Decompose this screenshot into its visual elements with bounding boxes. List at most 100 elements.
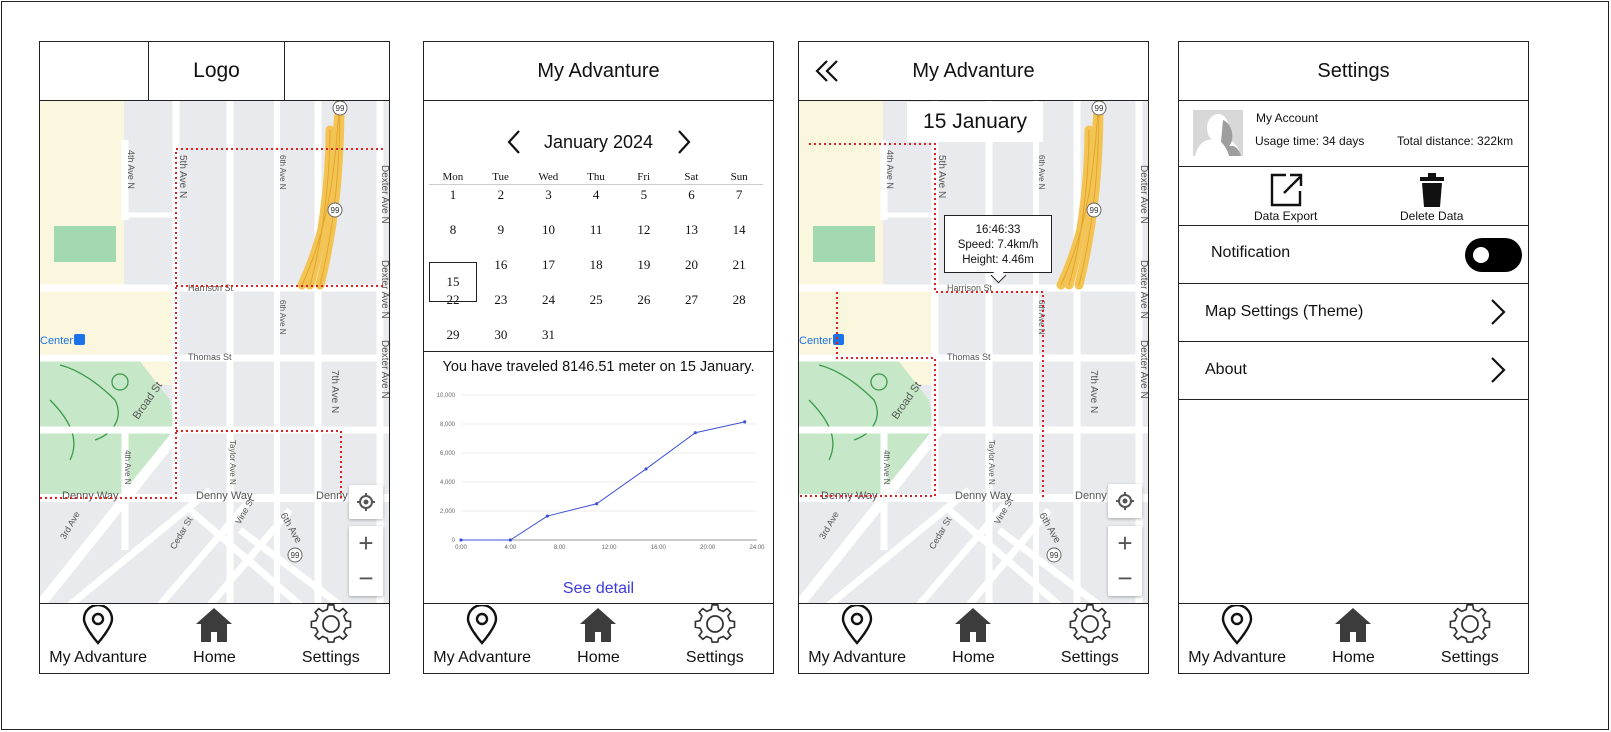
map-view[interactable]: 99 99 99 Harrison St Thomas St Denny Way Denny… (799, 100, 1148, 605)
tooltip-height: Height: 4.46m (962, 254, 1034, 266)
nav-settings[interactable]: Settings (276, 603, 386, 673)
data-export-button[interactable]: Data Export (1254, 171, 1317, 223)
my-location-button[interactable] (349, 485, 383, 519)
data-point (743, 420, 747, 424)
nav-home[interactable]: Home (543, 605, 653, 673)
data-export-label: Data Export (1254, 209, 1318, 223)
nav-my-advanture[interactable]: My Advanture (1182, 605, 1292, 673)
calendar-day[interactable]: 2 (477, 185, 525, 220)
nav-my-advanture[interactable]: My Advanture (43, 605, 153, 673)
notification-row: Notification (1179, 226, 1528, 284)
next-month-button[interactable] (674, 128, 694, 156)
zoom-out-button[interactable]: − (1108, 561, 1142, 596)
calendar-day[interactable]: 8 (429, 220, 477, 255)
calendar-day[interactable]: 28 (715, 290, 763, 325)
map-pin-icon (82, 605, 114, 645)
calendar-day[interactable]: 12 (620, 220, 668, 255)
calendar-day[interactable]: 21 (715, 255, 763, 290)
map-pin-icon (1221, 605, 1253, 645)
nav-label: My Advanture (808, 649, 907, 666)
nav-home[interactable]: Home (918, 605, 1028, 673)
calendar-day[interactable]: 16 (477, 255, 525, 290)
calendar-day[interactable]: 18 (572, 255, 620, 290)
zoom-in-button[interactable]: + (1108, 526, 1142, 561)
calendar-day[interactable]: 11 (572, 220, 620, 255)
nav-my-advanture[interactable]: My Advanture (802, 605, 912, 673)
map-pin-icon (841, 605, 873, 645)
map-view[interactable]: 99 99 99 Harrison St Thomas St Denny Way Denny… (40, 100, 389, 605)
calendar-day[interactable]: 26 (620, 290, 668, 325)
bottom-nav: My Advanture Home Settings (424, 603, 773, 673)
trash-icon (1419, 173, 1444, 207)
weekday-label: Fri (637, 171, 651, 183)
header: My Advanture (799, 42, 1148, 101)
zoom-controls: + − (1108, 526, 1142, 596)
nav-label: Settings (685, 649, 744, 666)
account-row[interactable]: My Account Usage time: 34 days Total dis… (1179, 101, 1528, 167)
logo: Logo (148, 42, 285, 100)
days-grid: 1 2 3 4 5 6 7 8 9 10 11 12 13 14 15 16 17 18 19 20 21 22 23 24 2… (429, 185, 763, 360)
map-settings-row[interactable]: Map Settings (Theme) (1179, 284, 1528, 342)
calendar-day[interactable]: 27 (668, 290, 716, 325)
nav-label: My Advanture (433, 649, 532, 666)
zoom-in-button[interactable]: + (349, 526, 383, 561)
home-icon (955, 608, 992, 642)
nav-settings[interactable]: Settings (1035, 603, 1145, 673)
nav-label: Home (1332, 649, 1375, 666)
calendar-day[interactable]: 10 (525, 220, 573, 255)
data-point (595, 502, 599, 506)
calendar-day[interactable]: 3 (525, 185, 573, 220)
calendar-day[interactable]: 14 (715, 220, 763, 255)
x-tick-label: 4:00 (504, 545, 516, 551)
gear-icon (310, 604, 352, 643)
calendar-day[interactable]: 9 (477, 220, 525, 255)
calendar-day[interactable]: 20 (668, 255, 716, 290)
nav-my-advanture[interactable]: My Advanture (427, 605, 537, 673)
nav-home[interactable]: Home (159, 605, 269, 673)
calendar-day[interactable]: 1 (429, 185, 477, 220)
calendar-day[interactable]: 19 (620, 255, 668, 290)
calendar-day[interactable]: 25 (572, 290, 620, 325)
nav-settings[interactable]: Settings (660, 603, 770, 673)
nav-label: Home (952, 649, 995, 666)
screen-settings: Settings My Account Usage time: 34 days … (1178, 41, 1529, 674)
calendar-day[interactable]: 4 (572, 185, 620, 220)
my-location-button[interactable] (1108, 484, 1142, 518)
daily-stats: You have traveled 8146.51 meter on 15 Ja… (424, 351, 773, 604)
calendar-day[interactable]: 23 (477, 290, 525, 325)
nav-home[interactable]: Home (1298, 605, 1408, 673)
route-overlay (799, 143, 1044, 498)
y-tick-label: 10,000 (437, 393, 456, 399)
calendar-day[interactable]: 13 (668, 220, 716, 255)
nav-label: Settings (1440, 649, 1499, 666)
zoom-controls: + − (349, 526, 383, 596)
delete-data-button[interactable]: Delete Data (1400, 171, 1463, 223)
nav-label: Home (193, 649, 236, 666)
calendar-day[interactable]: 24 (525, 290, 573, 325)
bottom-nav: My Advanture Home Settings (1179, 603, 1528, 673)
nav-settings[interactable]: Settings (1415, 603, 1525, 673)
calendar-header: January 2024 (424, 128, 773, 156)
see-detail-link[interactable]: See detail (424, 580, 773, 598)
nav-label: My Advanture (49, 649, 148, 666)
calendar-day[interactable]: 17 (525, 255, 573, 290)
double-chevron-left-icon[interactable] (813, 57, 841, 85)
about-row[interactable]: About (1179, 342, 1528, 400)
calendar-day[interactable]: 5 (620, 185, 668, 220)
notification-toggle[interactable] (1465, 238, 1522, 272)
x-tick-label: 0:00 (455, 545, 467, 551)
screen-calendar: My Advanture January 2024 Mon Tue Wed Thu Fr… (423, 41, 774, 674)
page-title: Settings (1179, 42, 1528, 101)
calendar-day[interactable]: 7 (715, 185, 763, 220)
weekday-label: Mon (442, 171, 464, 183)
data-point (545, 514, 549, 518)
zoom-out-button[interactable]: − (349, 561, 383, 596)
account-name: My Account (1256, 111, 1319, 125)
x-tick-label: 20:00 (700, 545, 716, 551)
prev-month-button[interactable] (504, 128, 524, 156)
gear-icon (1069, 604, 1111, 643)
data-point (644, 467, 648, 471)
calendar-day[interactable]: 22 (429, 290, 477, 325)
travel-summary: You have traveled 8146.51 meter on 15 Ja… (442, 359, 755, 375)
calendar-day[interactable]: 6 (668, 185, 716, 220)
